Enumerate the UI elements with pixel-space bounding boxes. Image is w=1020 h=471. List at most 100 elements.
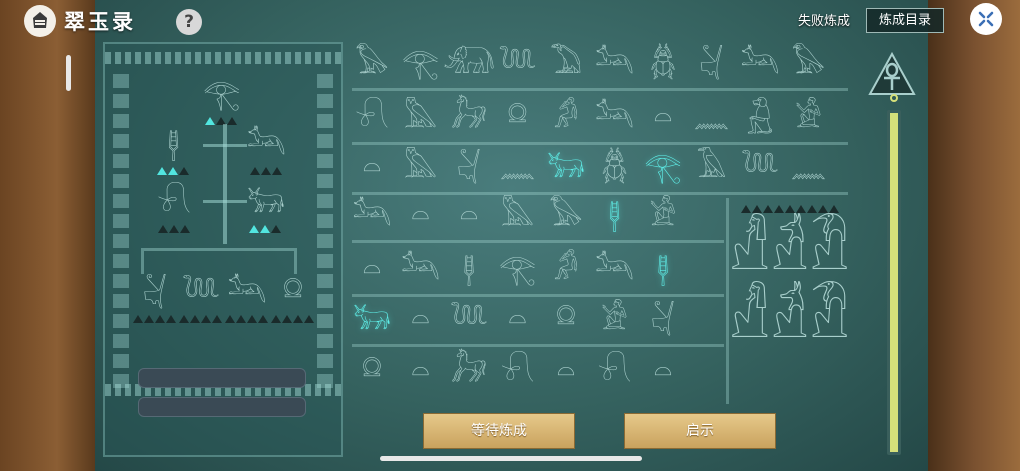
panel-frieze-top [105,52,341,64]
hieroglyph-glyph: 𓅓 [403,100,438,135]
hieroglyph-glyph: 𓏏 [362,150,382,185]
drawer-handle[interactable] [66,55,71,91]
ingredient-slot-1[interactable] [138,368,306,388]
hieroglyph-tile[interactable]: 𓀀 [789,98,829,138]
hieroglyph-tile[interactable]: 𓃢 [352,196,392,236]
hieroglyph-tile[interactable]: 𓊢 [595,196,635,236]
hieroglyph-glyph: 𓋔 [650,302,676,337]
home-indicator[interactable] [380,456,642,461]
hieroglyph-glyph: 𓊢 [656,252,670,287]
hieroglyph-tile[interactable]: 𓅃 [352,44,392,84]
hieroglyph-tile[interactable]: 𓃻 [740,98,780,138]
hieroglyph-tile[interactable]: 𓈖 [789,148,829,188]
hieroglyph-glyph: 𓏏 [411,302,430,337]
hieroglyph-tile[interactable]: 𓀔 [546,98,586,138]
hieroglyph-tile[interactable]: 𓂀 [498,250,538,290]
hieroglyph-tile[interactable]: 𓋔 [643,300,683,340]
hieroglyph-tile[interactable]: 𓈖 [498,148,538,188]
hieroglyph-tile[interactable]: 𓏏 [352,250,392,290]
grid-row-divider [352,142,848,145]
hieroglyph-tile[interactable]: 𓋔 [449,148,489,188]
hieroglyph-tile[interactable]: 𓏏 [401,196,441,236]
hieroglyph-tile[interactable]: 𓍯 [498,352,538,392]
recipe-node[interactable]: 𓃢 [225,278,269,327]
hieroglyph-tile[interactable]: 𓆣 [595,148,635,188]
wait-synthesis-button[interactable]: 等待炼成 [423,413,575,449]
synthesis-catalog-button[interactable]: 炼成目录 [866,8,944,33]
hieroglyph-tile[interactable]: 𓃰 [443,44,495,84]
recipe-node[interactable]: 𓍶 [271,278,315,327]
hieroglyph-tile[interactable]: 𓆙 [740,148,780,188]
recipe-node[interactable]: 𓍯 [157,188,191,237]
hieroglyph-glyph: 𓏏 [653,100,673,135]
hieroglyph-glyph: 𓈖 [693,100,730,135]
hieroglyph-tile[interactable]: 𓏏 [643,98,683,138]
hieroglyph-tile[interactable]: 𓃗 [449,352,489,392]
hieroglyph-tile[interactable]: 𓏏 [401,300,441,340]
hieroglyph-tile[interactable]: 𓏏 [546,352,586,392]
hieroglyph-glyph: 𓏏 [411,198,430,233]
hieroglyph-tile[interactable]: 𓊢 [449,250,489,290]
hieroglyph-tile[interactable]: 𓅓 [401,98,441,138]
recipe-node[interactable]: 𓃒 [247,188,285,237]
hieroglyph-tile[interactable]: 𓅓 [401,148,441,188]
hieroglyph-glyph: 𓏏 [459,198,479,233]
hieroglyph-tile[interactable]: 𓄿 [692,148,732,188]
recipe-top-glyph[interactable]: 𓂀 [203,80,240,129]
hieroglyph-tile[interactable]: 𓍶 [352,352,392,392]
help-button[interactable]: ? [176,9,202,35]
hieroglyph-tile[interactable]: 𓈖 [692,98,732,138]
hieroglyph-tile[interactable]: 𓏏 [498,300,538,340]
hieroglyph-tile[interactable]: 𓅃 [546,196,586,236]
hieroglyph-tile[interactable]: 𓋔 [692,44,732,84]
grid-row-divider [352,294,724,297]
progress-knob [890,94,898,102]
hieroglyph-tile[interactable]: 𓃢 [595,44,635,84]
hieroglyph-tile[interactable]: 𓅃 [789,44,829,84]
side-figure-panel: 𓀭 𓁢 𓁟 𓀭 𓁢 𓁟 [726,198,850,404]
hieroglyph-tile[interactable]: 𓂀 [643,148,683,188]
close-button[interactable] [970,3,1002,35]
hieroglyph-tile[interactable]: 𓂀 [401,44,441,84]
ingredient-slot-2[interactable] [138,397,306,417]
hieroglyph-glyph: 𓃗 [451,354,487,389]
hieroglyph-tile[interactable]: 𓃢 [595,98,635,138]
close-x-icon [978,11,994,27]
recipe-node[interactable]: 𓃢 [247,130,286,179]
hieroglyph-tile[interactable]: 𓍯 [595,352,635,392]
hieroglyph-tile[interactable]: 𓍶 [498,98,538,138]
hieroglyph-tile[interactable]: 𓃒 [352,300,392,340]
tree-branch [203,200,247,203]
hieroglyph-tile[interactable]: 𓃢 [401,250,441,290]
recipe-node[interactable]: 𓊢 [157,130,190,179]
hieroglyph-tile[interactable]: 𓅐 [546,44,586,84]
hieroglyph-tile[interactable]: 𓀀 [643,196,683,236]
hieroglyph-tile[interactable]: 𓃢 [595,250,635,290]
hieroglyph-tile[interactable]: 𓍯 [352,98,392,138]
hieroglyph-tile[interactable]: 𓃢 [740,44,780,84]
hieroglyph-tile[interactable]: 𓍶 [546,300,586,340]
hieroglyph-tile[interactable]: 𓏏 [352,148,392,188]
hieroglyph-glyph: 𓃗 [451,100,487,135]
page-title: 翠玉录 [64,10,136,34]
hieroglyph-tile[interactable]: 𓃗 [449,98,489,138]
hieroglyph-glyph: 𓍶 [507,100,528,135]
hieroglyph-tile[interactable]: 𓆙 [449,300,489,340]
hieroglyph-tile[interactable]: 𓅓 [498,196,538,236]
hieroglyph-tile[interactable]: 𓀀 [595,300,635,340]
hieroglyph-tile[interactable]: 𓏏 [449,196,489,236]
recipe-node[interactable]: 𓆙 [179,278,223,327]
recipe-node[interactable]: 𓋔 [133,278,177,327]
hieroglyph-tile[interactable]: 𓃒 [546,148,586,188]
hieroglyph-tile[interactable]: 𓏏 [643,352,683,392]
hieroglyph-tile[interactable]: 𓆣 [643,44,683,84]
hieroglyph-glyph: 𓍯 [355,100,389,135]
hieroglyph-tile[interactable]: 𓊢 [643,250,683,290]
failed-synthesis-link[interactable]: 失败炼成 [798,10,850,29]
hieroglyph-tile[interactable]: 𓏏 [401,352,441,392]
hieroglyph-glyph: 𓃰 [443,46,495,81]
hieroglyph-tile[interactable]: 𓀔 [546,250,586,290]
hint-button[interactable]: 启示 [624,413,776,449]
hieroglyph-tile[interactable]: 𓆙 [498,44,538,84]
hieroglyph-glyph: 𓍯 [500,354,535,389]
